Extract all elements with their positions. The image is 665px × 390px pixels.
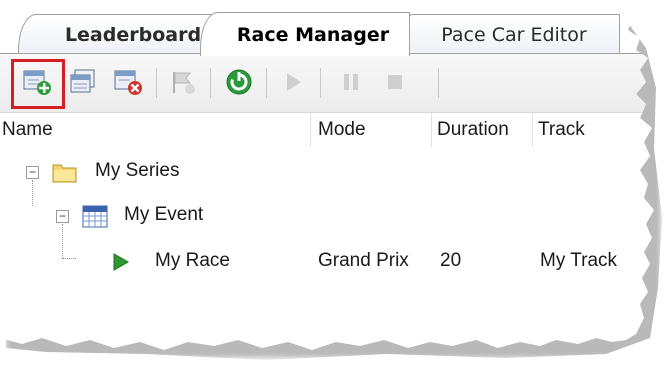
new-event-icon	[70, 69, 95, 93]
flag-button[interactable]	[166, 65, 200, 99]
toolbar-separator	[438, 68, 439, 98]
toolbar-separator	[266, 68, 267, 98]
collapse-series-icon[interactable]: −	[26, 166, 39, 179]
column-divider	[431, 113, 432, 147]
toolbar-separator	[210, 68, 211, 98]
race-tree: − My Series − My Event My Race Grand Pri…	[0, 146, 654, 346]
stop-button[interactable]	[378, 65, 412, 99]
toolbar-separator	[320, 68, 321, 98]
new-series-button[interactable]	[20, 65, 54, 99]
column-track[interactable]: Track	[538, 119, 585, 141]
play-button[interactable]	[276, 65, 310, 99]
tab-pace-car-editor[interactable]: Pace Car Editor	[396, 14, 620, 54]
tab-bar: Leaderboard Race Manager Pace Car Editor	[0, 0, 654, 56]
column-divider	[532, 113, 533, 147]
series-name: My Series	[95, 160, 180, 181]
play-icon	[287, 73, 301, 91]
race-manager-window: Leaderboard Race Manager Pace Car Editor	[0, 0, 654, 350]
folder-icon	[52, 164, 77, 183]
play-race-icon	[113, 253, 130, 271]
new-series-icon	[23, 70, 51, 95]
column-header: Name Mode Duration Track	[0, 112, 654, 147]
refresh-button[interactable]	[222, 65, 256, 99]
toolbar	[0, 54, 654, 112]
tree-row-race[interactable]: My Race Grand Prix 20 My Track	[0, 242, 654, 282]
delete-button[interactable]	[111, 65, 145, 99]
tab-race-manager-label: Race Manager	[236, 23, 390, 46]
toolbar-separator	[156, 68, 157, 98]
tree-row-series[interactable]: − My Series	[0, 152, 654, 192]
column-duration[interactable]: Duration	[437, 119, 509, 141]
new-event-button[interactable]	[66, 65, 100, 99]
delete-icon	[114, 70, 142, 95]
refresh-icon	[226, 69, 252, 95]
tab-pace-car-editor-label: Pace Car Editor	[441, 23, 587, 46]
race-name: My Race	[155, 250, 230, 271]
tree-row-event[interactable]: − My Event	[0, 196, 654, 236]
collapse-event-icon[interactable]: −	[56, 210, 69, 223]
race-duration: 20	[440, 250, 462, 271]
race-track: My Track	[540, 250, 618, 271]
event-name: My Event	[124, 204, 204, 225]
stop-icon	[388, 75, 402, 89]
pause-icon	[344, 74, 358, 90]
flag-icon	[173, 72, 195, 94]
pause-button[interactable]	[334, 65, 368, 99]
race-mode: Grand Prix	[318, 250, 409, 271]
column-mode[interactable]: Mode	[318, 119, 366, 141]
tab-race-manager[interactable]: Race Manager	[200, 12, 410, 56]
calendar-icon	[82, 205, 108, 228]
column-name[interactable]: Name	[2, 119, 53, 141]
tab-leaderboard-label: Leaderboard	[64, 23, 202, 46]
column-divider	[310, 113, 311, 147]
tab-leaderboard[interactable]: Leaderboard	[18, 14, 230, 54]
